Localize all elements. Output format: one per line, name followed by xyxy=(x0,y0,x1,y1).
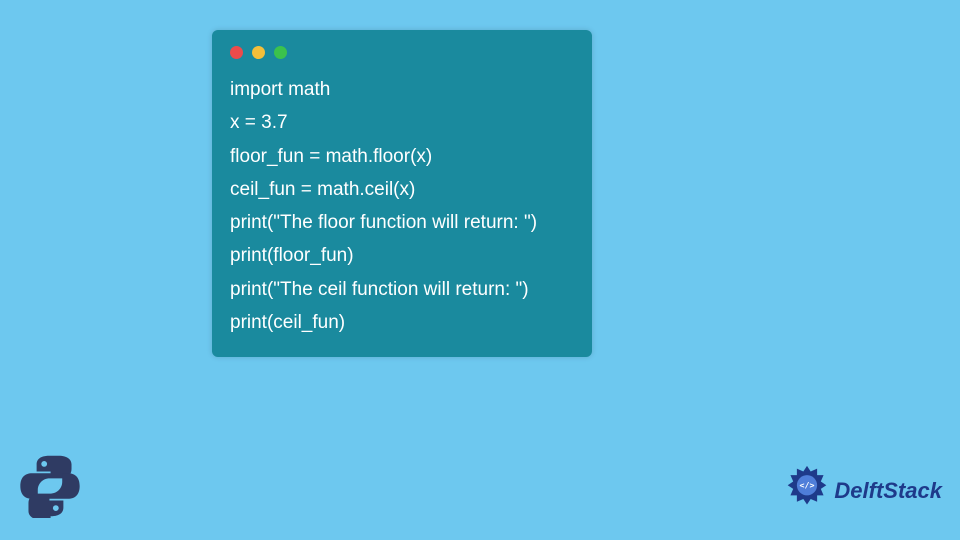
code-line: floor_fun = math.floor(x) xyxy=(230,140,578,173)
python-logo-icon xyxy=(18,454,82,518)
delftstack-badge-icon: </> xyxy=(784,465,830,516)
code-line: print("The ceil function will return: ") xyxy=(230,273,578,306)
minimize-icon xyxy=(252,46,265,59)
svg-text:</>: </> xyxy=(800,480,815,490)
close-icon xyxy=(230,46,243,59)
code-line: x = 3.7 xyxy=(230,106,578,139)
code-line: print("The floor function will return: "… xyxy=(230,206,578,239)
code-line: ceil_fun = math.ceil(x) xyxy=(230,173,578,206)
code-line: print(ceil_fun) xyxy=(230,306,578,339)
delftstack-logo: </> DelftStack xyxy=(784,465,942,516)
delftstack-label: DelftStack xyxy=(834,478,942,504)
window-controls xyxy=(226,46,578,59)
code-line: print(floor_fun) xyxy=(230,239,578,272)
maximize-icon xyxy=(274,46,287,59)
code-window: import math x = 3.7 floor_fun = math.flo… xyxy=(212,30,592,357)
code-block: import math x = 3.7 floor_fun = math.flo… xyxy=(226,73,578,339)
code-line: import math xyxy=(230,73,578,106)
